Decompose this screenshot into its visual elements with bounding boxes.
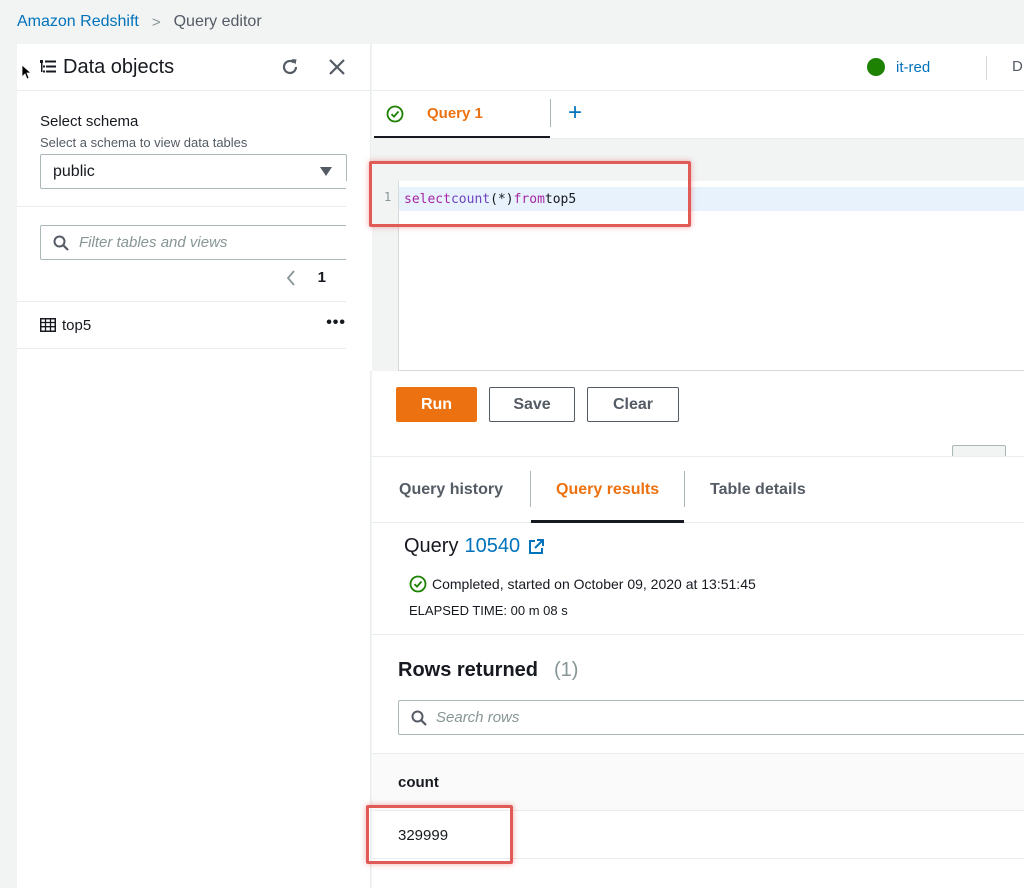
page-number[interactable]: 1 [318,269,326,286]
editor-actions: Run Save Clear [396,387,679,422]
tab-query-results[interactable]: Query results [556,457,659,523]
schema-description: Select a schema to view data tables [40,135,248,150]
tab-table-details[interactable]: Table details [710,457,806,523]
query-label: Query [404,535,459,557]
table-actions-menu-icon[interactable]: ••• [326,314,346,332]
schema-label: Select schema [40,113,139,130]
left-gutter [0,44,17,354]
search-icon [411,710,427,726]
data-objects-panel: Data objects Select schema Select a sche… [17,44,371,888]
query-info: Query 10540 Completed, started on Octobe… [372,523,1024,635]
filter-placeholder: Filter tables and views [79,234,228,251]
tab-divider [684,471,685,507]
refresh-icon [282,59,298,75]
add-tab-button[interactable]: + [568,101,582,125]
status-text: Completed, started on October 09, 2020 a… [432,576,756,592]
editor-tabs: Query 1 + [372,91,1024,139]
tree-list-icon [40,60,56,73]
breadcrumb-separator-icon: > [151,13,161,31]
rows-returned-count: (1) [554,659,579,681]
refresh-button[interactable] [279,56,301,78]
chevron-left-icon[interactable] [286,269,296,286]
search-rows-placeholder: Search rows [436,709,520,726]
cluster-selector[interactable]: it-red [867,58,930,76]
table-icon [40,318,56,332]
rows-returned-title: Rows returned [398,659,539,681]
results-tabs: Query history Query results Table detail… [372,457,1024,523]
breadcrumb-link-redshift[interactable]: Amazon Redshift [17,13,139,31]
filter-tables-input[interactable]: Filter tables and views [40,225,347,260]
external-link-icon[interactable] [527,538,545,556]
elapsed-time: ELAPSED TIME: 00 m 08 s [409,603,568,618]
cluster-bar: it-red D [372,44,1024,91]
data-objects-header: Data objects [17,44,370,91]
search-rows-input[interactable]: Search rows [398,700,1024,735]
results-table-header: count [372,753,1024,811]
table-item-label: top5 [62,316,92,334]
tab-divider [550,99,551,127]
breadcrumb-current: Query editor [173,13,262,30]
save-button[interactable]: Save [489,387,575,422]
tab-label: Query 1 [427,105,483,122]
tab-query-history[interactable]: Query history [399,457,503,523]
tab-query-1[interactable]: Query 1 [374,91,550,139]
query-title: Query 10540 [404,535,545,558]
cluster-name: it-red [896,58,931,76]
query-status: Completed, started on October 09, 2020 a… [409,575,756,593]
data-objects-title: Data objects [63,55,175,78]
close-panel-button[interactable] [326,56,348,78]
caret-down-icon [320,167,332,176]
search-icon [53,235,69,251]
close-icon [329,59,345,75]
breadcrumb: Amazon Redshift > Query editor [0,0,1024,44]
annotation-highlight-query [369,161,691,227]
tab-divider [530,471,531,507]
column-header-count[interactable]: count [398,774,439,791]
check-circle-icon [386,105,404,122]
table-item-top5[interactable]: top5 ••• [17,302,370,349]
status-dot-icon [867,58,885,76]
check-circle-icon [409,575,427,593]
divider [986,56,987,80]
annotation-highlight-result [366,805,513,864]
schema-select-value: public [53,162,95,180]
schema-select[interactable]: public [40,154,347,189]
clear-button[interactable]: Clear [587,387,679,422]
database-selector[interactable]: D [1012,58,1023,75]
mouse-cursor-icon [21,64,31,80]
schema-section: Select schema Select a schema to view da… [17,91,370,207]
query-id-link[interactable]: 10540 [464,535,520,558]
run-button[interactable]: Run [396,387,477,422]
filter-section: Filter tables and views 1 [17,207,370,302]
